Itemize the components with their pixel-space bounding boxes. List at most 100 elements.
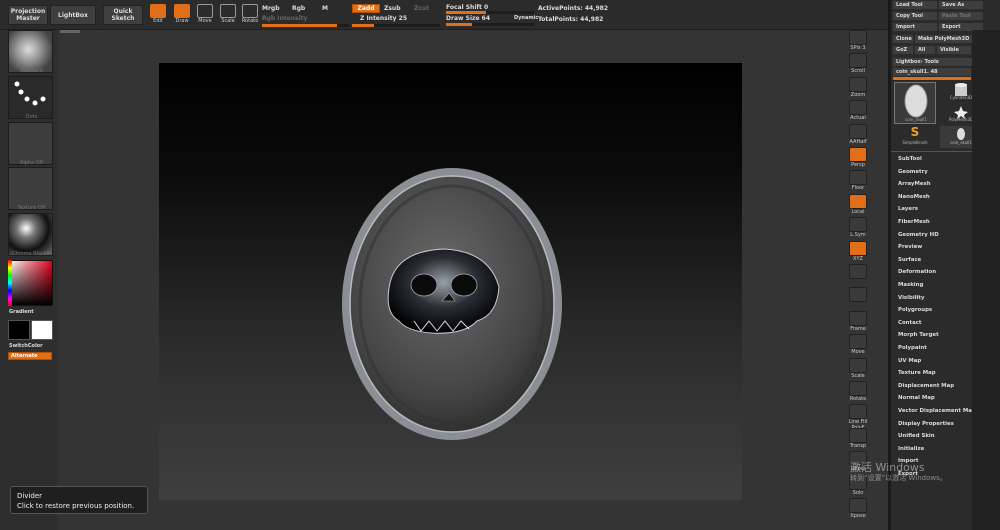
palette-menu-initialize[interactable]: Initialize — [898, 446, 924, 452]
save-as-button[interactable]: Save As — [939, 1, 983, 9]
scale-button[interactable]: Scale — [216, 4, 240, 30]
palette-menu-fibermesh[interactable]: FiberMesh — [898, 219, 930, 225]
right-tool-3[interactable]: Actual — [846, 100, 870, 126]
palette-menu-layers[interactable]: Layers — [898, 206, 918, 212]
panel-scroll-gutter[interactable] — [972, 30, 1000, 530]
quick-sketch-button[interactable]: Quick Sketch — [103, 5, 143, 25]
alternate-button[interactable]: Alternate — [8, 352, 52, 360]
rgb-intensity-slider[interactable]: Rgb Intensity — [262, 15, 307, 22]
right-tool-16[interactable]: Line Fill PolyF — [846, 404, 870, 431]
palette-menu-nanomesh[interactable]: NanoMesh — [898, 194, 930, 200]
palette-menu-morph-target[interactable]: Morph Target — [898, 332, 939, 338]
main-color-swatch[interactable] — [8, 320, 30, 340]
right-tool-14[interactable]: Scale — [846, 357, 870, 384]
right-tool-13[interactable]: Move — [846, 334, 870, 360]
lightbox-tools-button[interactable]: Lightbox› Tools — [893, 58, 983, 66]
move-button[interactable]: Move — [193, 4, 217, 30]
current-tool-track[interactable] — [893, 77, 971, 80]
mrgb-toggle[interactable]: Mrgb — [262, 5, 280, 12]
load-tool-button[interactable]: Load Tool — [893, 1, 937, 9]
visible-button[interactable]: Visible — [937, 46, 971, 54]
right-tool-9[interactable]: XYZ — [846, 240, 870, 267]
secondary-color-swatch[interactable] — [31, 320, 53, 340]
draw-size-slider[interactable]: Draw Size 64 — [446, 15, 490, 22]
palette-menu-uv-map[interactable]: UV Map — [898, 358, 921, 364]
viewport-canvas[interactable] — [159, 63, 742, 500]
top-toolbar: Projection Master LightBox Quick Sketch … — [0, 0, 890, 30]
z-intensity-track[interactable] — [352, 24, 440, 27]
palette-menu-visibility[interactable]: Visibility — [898, 295, 924, 301]
right-tool-12[interactable]: Frame — [846, 310, 870, 337]
palette-menu-geometry-hd[interactable]: Geometry HD — [898, 232, 939, 238]
right-tool-10[interactable] — [846, 264, 870, 290]
projection-master-button[interactable]: Projection Master — [8, 5, 48, 25]
right-tool-label: Rotate — [849, 396, 867, 402]
palette-menu-subtool[interactable]: SubTool — [898, 156, 922, 162]
focal-shift-slider[interactable]: Focal Shift 0 — [446, 4, 488, 11]
stroke-thumbnail[interactable] — [8, 76, 53, 119]
palette-menu-polypaint[interactable]: Polypaint — [898, 345, 927, 351]
palette-menu-displacement-map[interactable]: Displacement Map — [898, 383, 954, 389]
tool-thumb-coin-skull[interactable]: coin_skull1 — [894, 82, 936, 124]
panel-divider-bar[interactable] — [888, 0, 891, 530]
zsub-toggle[interactable]: Zsub — [384, 5, 401, 12]
edit-button[interactable]: Edit — [146, 4, 170, 30]
alpha-label: Alpha Off — [19, 160, 44, 166]
zcut-toggle[interactable]: Zcut — [414, 5, 429, 12]
draw-size-track[interactable] — [446, 23, 534, 26]
material-thumbnail[interactable] — [8, 213, 53, 256]
palette-menu-contact[interactable]: Contact — [898, 320, 921, 326]
palette-menu-normal-map[interactable]: Normal Map — [898, 395, 935, 401]
lightbox-button[interactable]: LightBox — [50, 5, 96, 25]
color-picker[interactable] — [8, 260, 53, 306]
hue-bar[interactable] — [8, 260, 12, 306]
right-tool-17[interactable]: Transp — [846, 427, 870, 454]
switch-color-button[interactable]: SwitchColor — [9, 343, 43, 349]
palette-menu-polygroups[interactable]: Polygroups — [898, 307, 932, 313]
z-intensity-slider[interactable]: Z Intensity 25 — [360, 15, 407, 22]
tool-thumb-simplebrush[interactable]: S SimpleBrush — [894, 126, 936, 148]
dynamic-toggle[interactable]: Dynamic — [514, 15, 538, 21]
goz-button[interactable]: GoZ — [893, 46, 913, 54]
shelf-divider[interactable] — [60, 30, 80, 33]
paste-tool-button[interactable]: Paste Tool — [939, 12, 983, 20]
all-button[interactable]: All — [915, 46, 935, 54]
rotate-button[interactable]: Rotate — [238, 4, 262, 30]
palette-menu-arraymesh[interactable]: ArrayMesh — [898, 181, 931, 187]
right-tool-15[interactable]: Rotate — [846, 381, 870, 407]
draw-button[interactable]: Draw — [170, 4, 194, 30]
right-tool-7[interactable]: Local — [846, 193, 870, 220]
palette-menu-surface[interactable]: Surface — [898, 257, 921, 263]
left-shelf: Standard Dots Alpha Off Texture Off Chro… — [0, 30, 58, 530]
palette-menu-geometry[interactable]: Geometry — [898, 169, 928, 175]
right-tool-11[interactable] — [846, 287, 870, 313]
focal-shift-track[interactable] — [446, 11, 534, 14]
right-tool-0[interactable]: SPix 3 — [846, 30, 870, 56]
right-tool-8[interactable]: L.Sym — [846, 217, 870, 243]
right-tool-20[interactable]: Xpose — [846, 498, 870, 524]
palette-menu-deformation[interactable]: Deformation — [898, 269, 936, 275]
palette-menu-unified-skin[interactable]: Unified Skin — [898, 433, 935, 439]
right-tool-6[interactable]: Floor — [846, 170, 870, 196]
copy-tool-button[interactable]: Copy Tool — [893, 12, 937, 20]
palette-menu-display-properties[interactable]: Display Properties — [898, 421, 954, 427]
import-button[interactable]: Import — [893, 23, 937, 31]
m-toggle[interactable]: M — [322, 5, 328, 12]
zadd-toggle[interactable]: Zadd — [352, 4, 380, 13]
palette-menu-texture-map[interactable]: Texture Map — [898, 370, 936, 376]
right-tool-icon — [849, 287, 867, 303]
rgb-toggle[interactable]: Rgb — [292, 5, 305, 12]
right-tool-4[interactable]: AAHalf — [846, 123, 870, 150]
right-tool-2[interactable]: Zoom — [846, 76, 870, 103]
palette-menu-vector-displacement-map[interactable]: Vector Displacement Map — [898, 408, 976, 414]
current-tool-slider[interactable]: coin_skull1. 48 — [893, 68, 971, 76]
alpha-thumbnail[interactable] — [8, 122, 53, 165]
palette-menu-masking[interactable]: Masking — [898, 282, 923, 288]
right-tool-1[interactable]: Scroll — [846, 53, 870, 79]
palette-menu-preview[interactable]: Preview — [898, 244, 922, 250]
brush-thumbnail[interactable] — [8, 30, 53, 73]
right-tool-5[interactable]: Persp — [846, 147, 870, 173]
rgb-intensity-track[interactable] — [262, 24, 350, 27]
texture-thumbnail[interactable] — [8, 167, 53, 210]
clone-button[interactable]: Clone — [893, 35, 913, 43]
